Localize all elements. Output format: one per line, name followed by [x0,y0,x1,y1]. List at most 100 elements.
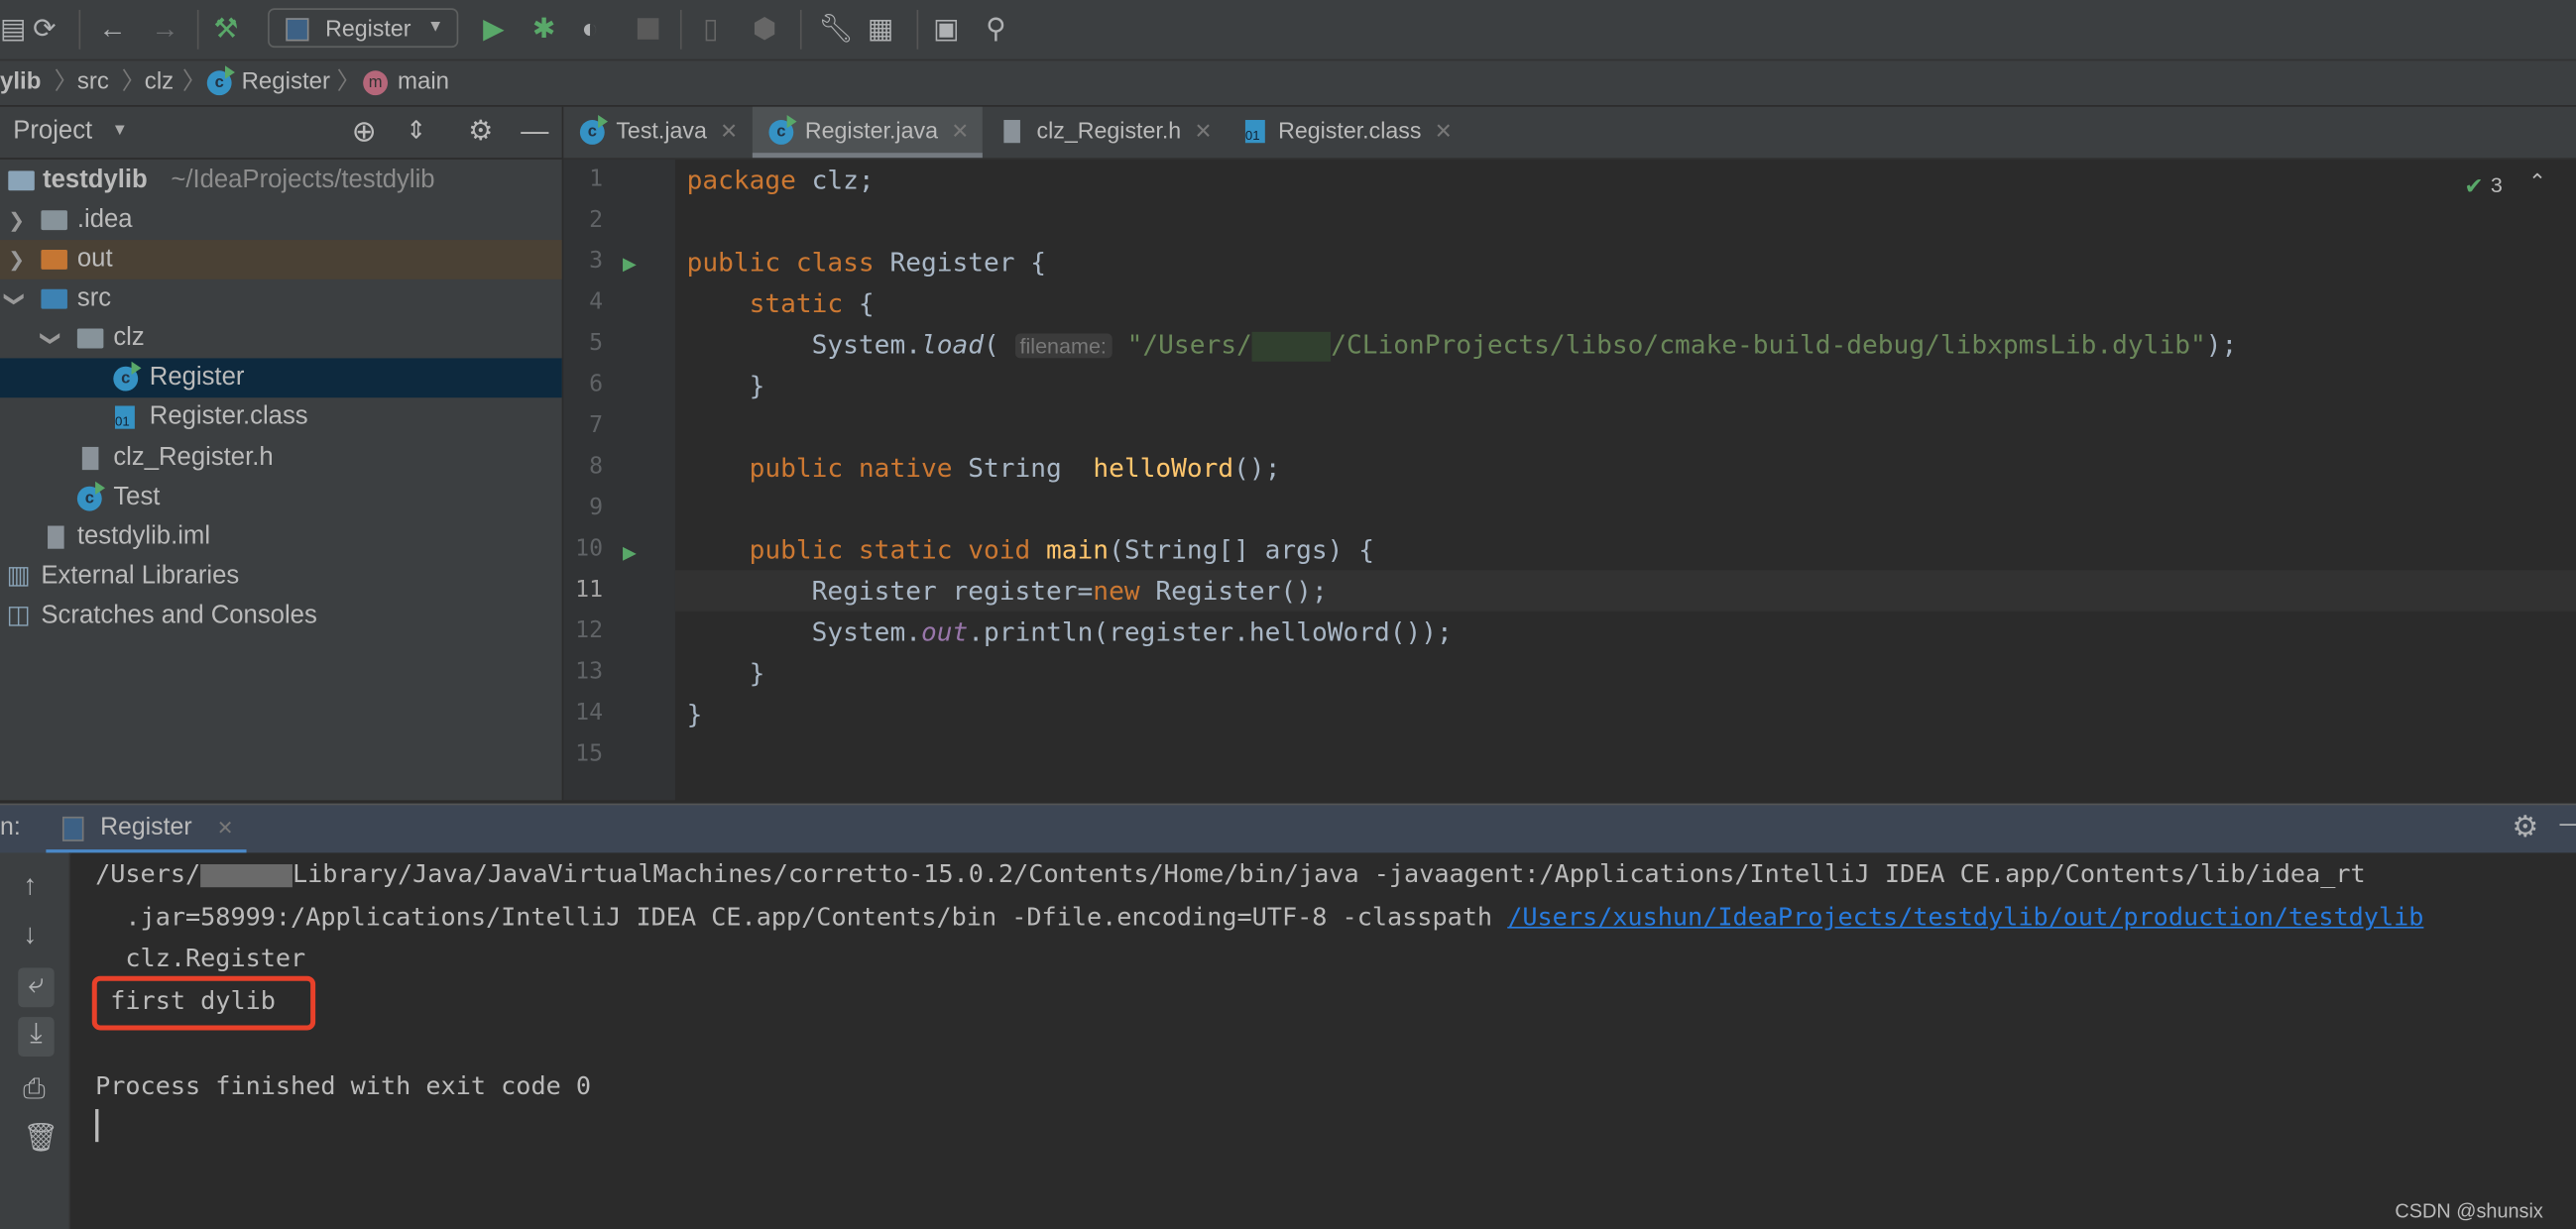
tree-item-clz[interactable]: ❯ clz [0,319,562,359]
chevron-right-icon: 〉 [181,68,206,96]
tree-item-iml[interactable]: testdylib.iml [0,517,562,557]
class-file-icon: 01 [114,405,135,429]
close-icon[interactable]: ✕ [1435,118,1453,143]
project-view-select[interactable]: Project [13,107,92,157]
project-structure-icon[interactable]: ▦ [868,13,894,46]
tab-test-java[interactable]: c Test.java ✕ [563,107,751,158]
save-icon[interactable]: ▤ [0,13,27,46]
line-number: 14 [575,700,604,726]
breadcrumb-item[interactable]: Register [242,60,330,103]
redacted-area [1251,331,1332,361]
coverage-icon[interactable]: ◐ [582,13,599,46]
breadcrumb-item[interactable]: src [77,60,109,103]
breadcrumb-item[interactable]: ylib [0,60,41,103]
print-icon[interactable]: ⎙ [23,1073,46,1106]
breadcrumb: ylib 〉 src 〉 clz 〉 c Register 〉 m main [0,60,2576,107]
code-line: Register register=new Register(); [686,575,1328,607]
chevron-right-icon: 〉 [54,68,78,96]
soft-wrap-icon[interactable]: ⤶ [18,967,55,1008]
chevron-right-icon[interactable]: ❯ [8,240,25,279]
tab-label: Register.java [804,116,938,144]
device-icon[interactable]: ▯ [703,13,719,46]
tree-item-testdylib[interactable]: testdylib ~/IdeaProjects/testdylib [0,161,562,200]
chevron-right-icon[interactable]: ❯ [8,200,25,240]
chevron-down-icon[interactable]: ❯ [32,330,71,347]
run-icon[interactable]: ▶ [483,13,505,46]
deploy-icon[interactable]: ⬢ [753,13,777,46]
code-line: } [686,698,703,730]
chevron-right-icon: 〉 [336,68,361,96]
tree-item-register-class[interactable]: 01 Register.class [0,397,562,437]
hide-icon[interactable]: — [521,107,548,157]
console-output[interactable]: /Users/Library/Java/JavaVirtualMachines/… [70,852,2576,1229]
console-line: .jar=58999:/Applications/IntelliJ IDEA C… [95,902,2424,932]
down-arrow-icon[interactable]: ↓ [23,919,37,951]
tree-item-external-libraries[interactable]: ▥ External Libraries [0,557,562,597]
classpath-link[interactable]: /Users/xushun/IdeaProjects/testdylib/out… [1507,902,2423,932]
chevron-down-icon[interactable]: ▼ [112,107,128,157]
back-icon[interactable]: ← [98,13,126,46]
trash-icon[interactable]: 🗑︎ [23,1122,59,1155]
build-icon[interactable]: ⚒ [213,13,238,46]
tree-label: testdylib [43,166,148,194]
code-line: package clz; [686,164,875,196]
forward-icon[interactable]: → [151,13,178,46]
inspection-ok-icon[interactable]: ✔ [2464,172,2483,200]
app-icon [286,18,309,42]
scroll-to-end-icon[interactable]: ⤓ [18,1017,55,1057]
up-arrow-icon[interactable]: ↑ [23,869,37,902]
text-cursor [95,1109,99,1143]
tree-item-clz-register-h[interactable]: clz_Register.h [0,439,562,479]
close-icon[interactable]: ✕ [951,118,969,143]
tree-item-out[interactable]: ❯ out [0,240,562,279]
tree-item-src[interactable]: ❯ src [0,279,562,319]
stop-icon[interactable] [637,18,659,40]
tab-register-java[interactable]: c Register.java ✕ [752,106,983,159]
tree-label: src [76,283,112,312]
breadcrumb-item[interactable]: clz [145,60,174,103]
class-icon: c [76,481,106,511]
tree-item-scratches[interactable]: ◫ Scratches and Consoles [0,597,562,636]
console-line: /Users/Library/Java/JavaVirtualMachines/… [95,859,2366,889]
tree-item-test[interactable]: c Test [0,478,562,517]
locate-icon[interactable]: ⊕ [352,107,377,157]
tab-label: clz_Register.h [1036,116,1182,144]
previous-highlight-icon[interactable]: ⌃ [2528,169,2546,196]
tab-clz-register-h[interactable]: clz_Register.h ✕ [984,107,1224,158]
console-line: Process finished with exit code 0 [95,1070,592,1101]
close-icon[interactable]: ✕ [1194,118,1212,143]
run-tab-register[interactable]: Register ✕ [46,805,247,855]
tree-item-register[interactable]: c Register [0,358,562,398]
collapse-all-icon[interactable]: ⇕ [406,107,426,157]
settings-wrench-icon[interactable]: 🔧︎ [818,13,854,46]
debug-icon[interactable]: ✱ [532,13,556,46]
tab-register-class[interactable]: 01 Register.class ✕ [1226,107,1472,158]
code-line: } [686,657,765,689]
source-folder-icon [41,288,67,309]
line-number: 6 [589,371,604,398]
run-gutter-icon[interactable]: ▶ [623,253,637,275]
close-icon[interactable]: ✕ [217,817,234,839]
divider [78,9,81,50]
run-label: n: [0,813,21,841]
gear-icon[interactable]: ⚙ [468,107,493,157]
library-icon: ▥ [6,561,31,591]
line-number: 12 [575,617,604,644]
run-gutter-icon[interactable]: ▶ [623,542,637,564]
tree-label: out [76,245,113,274]
highlight-box [91,975,316,1031]
breadcrumb-item[interactable]: main [398,60,449,103]
close-icon[interactable]: ✕ [720,118,738,143]
code-editor[interactable]: 1 2 3 4 5 6 7 8 9 10 11 12 13 14 15 ▶ ▶ ✔ 3 ⌃ package … [563,159,2576,801]
sync-icon[interactable]: ⟳ [33,13,57,46]
tree-item-idea[interactable]: ❯ .idea [0,200,562,240]
class-icon: c [206,65,235,96]
gear-icon[interactable]: ⚙ [2512,810,2538,844]
line-number: 7 [589,412,604,439]
run-config-select[interactable]: Register ▼ [268,8,459,49]
chevron-down-icon[interactable]: ❯ [0,290,35,307]
terminal-icon[interactable]: ▣ [933,13,960,46]
tree-label: Scratches and Consoles [41,601,317,629]
hide-icon[interactable]: — [2559,810,2576,839]
search-icon[interactable]: ⚲ [986,13,1006,46]
